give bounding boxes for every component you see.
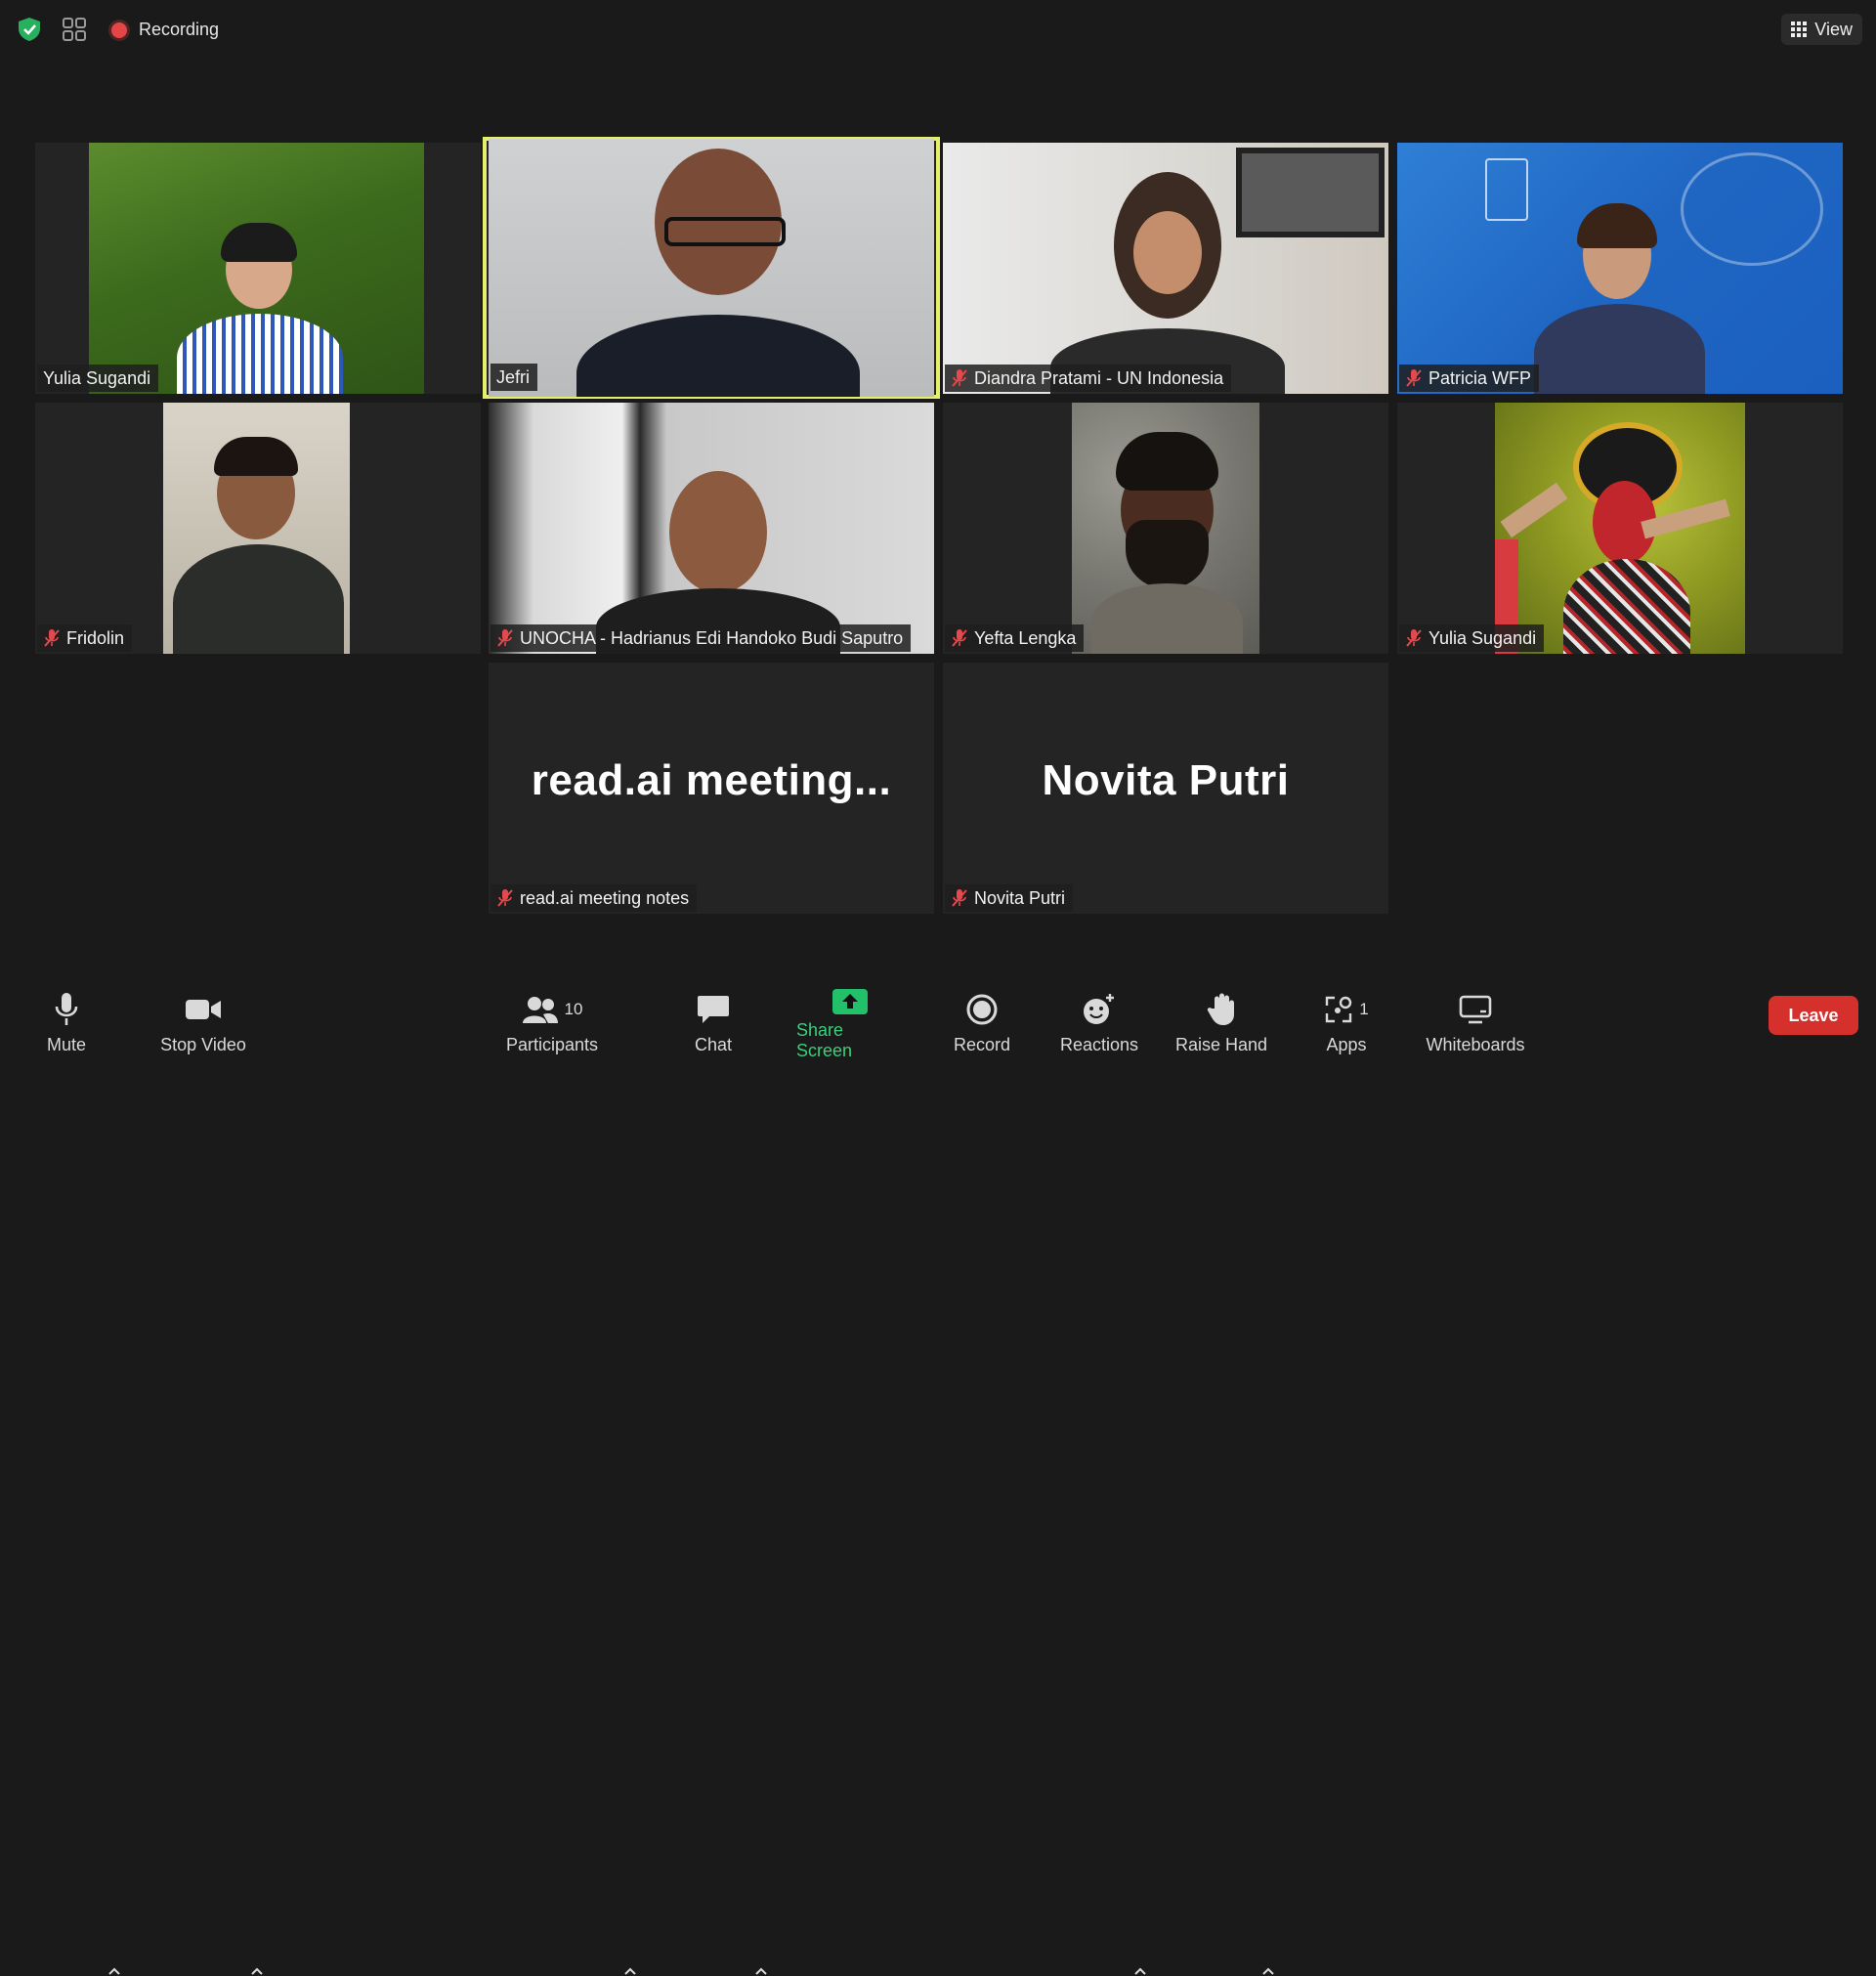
record-label: Record [953, 1035, 1011, 1054]
mic-muted-icon [1406, 369, 1422, 387]
security-shield-icon[interactable] [14, 16, 45, 43]
meeting-info-grid-icon[interactable] [61, 16, 88, 43]
apps-icon [1326, 996, 1352, 1022]
participant-tile-yefta-lengka[interactable]: Yefta Lengka [943, 403, 1388, 654]
stop-video-label: Stop Video [160, 1035, 246, 1054]
participant-tile-diandra-pratami[interactable]: Diandra Pratami - UN Indonesia [943, 143, 1388, 394]
participant-name-tag: Jefri [490, 364, 538, 391]
participants-label: Participants [505, 1035, 599, 1054]
recording-indicator[interactable]: Recording [111, 20, 219, 40]
whiteboards-button[interactable]: Whiteboards [1420, 967, 1531, 1055]
reactions-label: Reactions [1059, 1035, 1139, 1054]
raise-hand-label: Raise Hand [1174, 1035, 1268, 1054]
recording-label: Recording [139, 20, 220, 39]
participant-video [489, 139, 934, 397]
top-bar: Recording View [0, 0, 1876, 59]
participant-tile-patricia-wfp[interactable]: Patricia WFP [1397, 143, 1843, 394]
view-grid-icon [1791, 21, 1808, 37]
participant-name-tag: Patricia WFP [1399, 365, 1540, 392]
participant-name-tag: Fridolin [37, 624, 133, 652]
mic-muted-icon [952, 369, 967, 387]
participants-button[interactable]: 10 Participants [500, 967, 604, 1055]
mic-muted-icon [44, 629, 60, 647]
microphone-icon [55, 992, 78, 1025]
mic-muted-icon [952, 889, 967, 907]
apps-button[interactable]: 1 Apps [1317, 967, 1376, 1055]
participant-video [489, 403, 934, 654]
participant-tile-fridolin[interactable]: Fridolin [35, 403, 481, 654]
stop-video-button[interactable]: Stop Video [154, 967, 252, 1055]
participant-name-tag: Yulia Sugandi [1399, 624, 1545, 652]
raise-hand-icon [1207, 993, 1234, 1025]
chat-options-chevron-icon[interactable] [754, 1966, 768, 1976]
mute-button[interactable]: Mute [37, 967, 96, 1055]
participant-tile-read-ai[interactable]: read.ai meeting... read.ai meeting notes [489, 663, 934, 914]
participants-icon [522, 996, 558, 1023]
apps-label: Apps [1326, 1035, 1367, 1054]
participant-name: Diandra Pratami - UN Indonesia [974, 367, 1224, 388]
mute-label: Mute [46, 1035, 87, 1054]
chat-label: Chat [694, 1035, 733, 1054]
recording-dot-icon [111, 21, 127, 38]
mic-muted-icon [497, 889, 513, 907]
mic-muted-icon [497, 629, 513, 647]
chat-button[interactable]: Chat [684, 967, 743, 1055]
share-screen-button[interactable]: Share Screen [796, 967, 904, 1060]
participant-name-tag: Novita Putri [945, 884, 1074, 912]
meeting-toolbar: Mute Stop Video 10 Participants Chat Sha… [0, 967, 1876, 1975]
raise-hand-options-chevron-icon[interactable] [1261, 1966, 1275, 1976]
participants-count: 10 [564, 999, 583, 1018]
participant-name: Novita Putri [974, 887, 1066, 908]
share-screen-icon [832, 989, 868, 1014]
mic-muted-icon [952, 629, 967, 647]
raise-hand-button[interactable]: Raise Hand [1174, 967, 1268, 1055]
participant-name: Fridolin [66, 627, 125, 648]
apps-count: 1 [1359, 999, 1369, 1018]
record-button[interactable]: Record [948, 967, 1016, 1055]
participant-name-tag: read.ai meeting notes [490, 884, 698, 912]
participant-tile-yulia-sugandi-2[interactable]: Yulia Sugandi [1397, 403, 1843, 654]
chat-bubble-icon [698, 995, 729, 1023]
participants-options-chevron-icon[interactable] [623, 1966, 637, 1976]
video-camera-icon [186, 999, 221, 1019]
participant-name: Yulia Sugandi [1428, 627, 1537, 648]
participant-name: read.ai meeting notes [520, 887, 690, 908]
record-icon [966, 994, 998, 1024]
participant-video [1397, 143, 1843, 394]
participant-tile-jefri[interactable]: Jefri [483, 137, 940, 399]
participant-tile-unocha-hadrianus[interactable]: UNOCHA - Hadrianus Edi Handoko Budi Sapu… [489, 403, 934, 654]
participant-video [89, 143, 424, 394]
whiteboards-label: Whiteboards [1426, 1035, 1525, 1054]
audio-options-chevron-icon[interactable] [107, 1966, 121, 1976]
participant-name-tag: Diandra Pratami - UN Indonesia [945, 365, 1232, 392]
video-options-chevron-icon[interactable] [250, 1966, 264, 1976]
participant-name: Patricia WFP [1428, 367, 1532, 388]
participant-video [943, 143, 1388, 394]
participant-display-name: read.ai meeting... [531, 756, 892, 804]
participant-tile-novita-putri[interactable]: Novita Putri Novita Putri [943, 663, 1388, 914]
view-button[interactable]: View [1781, 14, 1862, 45]
participant-video [1072, 403, 1259, 654]
leave-meeting-button[interactable]: Leave [1769, 996, 1858, 1035]
participant-video [1495, 403, 1745, 654]
view-label: View [1814, 19, 1853, 39]
reactions-button[interactable]: Reactions [1057, 967, 1141, 1055]
participant-name-tag: Yulia Sugandi [37, 365, 159, 392]
participant-tile-yulia-sugandi[interactable]: Yulia Sugandi [35, 143, 481, 394]
participant-video [163, 403, 350, 654]
reactions-options-chevron-icon[interactable] [1133, 1966, 1147, 1976]
reactions-smiley-icon [1084, 993, 1114, 1024]
participant-name: Yefta Lengka [974, 627, 1077, 648]
participant-name: Jefri [496, 366, 531, 387]
participant-name: UNOCHA - Hadrianus Edi Handoko Budi Sapu… [520, 627, 904, 648]
participant-display-name: Novita Putri [1042, 756, 1290, 804]
whiteboard-icon [1459, 995, 1492, 1023]
participant-name-tag: UNOCHA - Hadrianus Edi Handoko Budi Sapu… [490, 624, 912, 652]
mic-muted-icon [1406, 629, 1422, 647]
participant-name-tag: Yefta Lengka [945, 624, 1085, 652]
participant-name: Yulia Sugandi [43, 367, 151, 388]
